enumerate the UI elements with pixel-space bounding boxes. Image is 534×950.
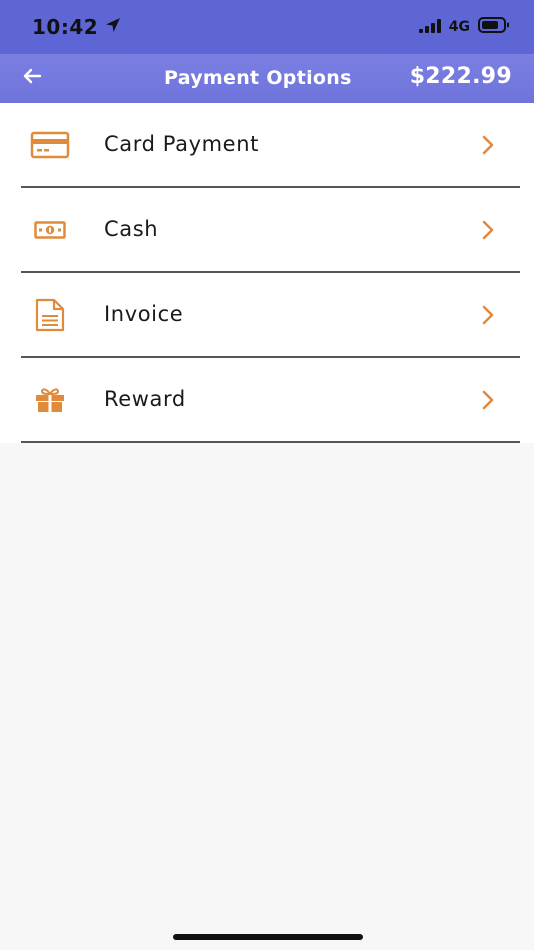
chevron-right-icon [480, 218, 496, 242]
invoice-icon [30, 297, 70, 333]
option-invoice[interactable]: Invoice [0, 273, 534, 358]
option-label: Card Payment [104, 132, 259, 156]
header-bar: Payment Options $222.99 [0, 54, 534, 103]
chevron-right-icon [480, 388, 496, 412]
chevron-right-icon [480, 303, 496, 327]
status-time: 10:42 [32, 15, 122, 39]
option-label: Cash [104, 217, 159, 241]
cash-icon [30, 212, 70, 248]
location-arrow-icon [104, 15, 122, 39]
signal-icon [418, 18, 441, 37]
status-time-label: 10:42 [32, 15, 99, 39]
page-title: Payment Options [164, 67, 352, 89]
back-button[interactable] [20, 66, 44, 90]
option-card-payment[interactable]: Card Payment [0, 103, 534, 188]
credit-card-icon [30, 127, 70, 163]
option-reward[interactable]: Reward [0, 358, 534, 443]
row-divider [21, 441, 520, 443]
gift-icon [30, 382, 70, 418]
total-amount: $222.99 [409, 64, 512, 89]
screen: 10:42 4G Payment Options $222.99 Card Pa… [0, 0, 534, 950]
payment-options-list: Card Payment Cash Invoice Reward [0, 103, 534, 443]
chevron-right-icon [480, 133, 496, 157]
option-label: Invoice [104, 302, 184, 326]
option-label: Reward [104, 387, 186, 411]
network-label: 4G [448, 19, 470, 35]
battery-icon [478, 17, 510, 37]
option-cash[interactable]: Cash [0, 188, 534, 273]
back-arrow-icon [22, 68, 42, 88]
status-right: 4G [418, 17, 510, 37]
status-bar: 10:42 4G [0, 0, 534, 54]
home-indicator[interactable] [173, 934, 363, 940]
